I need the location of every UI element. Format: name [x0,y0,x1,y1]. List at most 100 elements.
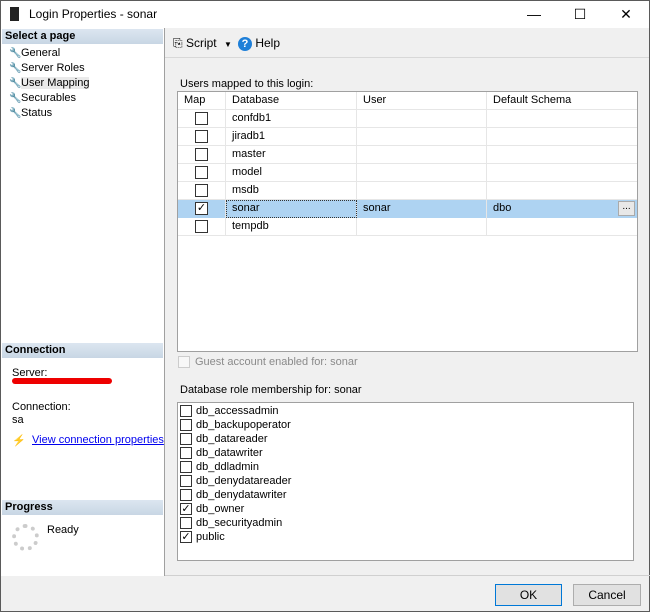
script-button[interactable]: ⎘ Script ▼ [173,36,232,51]
role-item[interactable]: db_backupoperator [180,418,631,432]
user-cell[interactable] [357,182,487,200]
toolbar: ⎘ Script ▼ ? Help [165,28,649,58]
connection-plug-icon: ⚡ [12,435,26,447]
script-icon: ⎘ [173,36,183,50]
role-checkbox[interactable] [180,489,192,502]
role-item[interactable]: db_accessadmin [180,404,631,418]
column-header-user[interactable]: User [357,92,487,110]
grid-row[interactable]: ✓ sonar sonar dbo... [178,200,637,218]
page-item-general[interactable]: 🔧General [9,46,60,61]
role-checkbox[interactable] [180,447,192,460]
user-cell[interactable]: sonar [357,200,487,218]
title-bar: Login Properties - sonar — ☐ ✕ [1,1,649,28]
role-item[interactable]: db_datawriter [180,446,631,460]
map-checkbox[interactable] [195,147,208,161]
grid-row[interactable]: msdb [178,182,637,200]
role-checkbox[interactable]: ✓ [180,503,192,516]
wrench-icon: 🔧 [9,63,22,74]
select-page-header: Select a page [2,29,163,44]
minimize-button[interactable]: — [511,1,557,28]
role-checkbox[interactable] [180,405,192,418]
view-connection-properties-link[interactable]: View connection properties [32,434,164,446]
column-header-database[interactable]: Database [226,92,357,110]
user-cell[interactable] [357,110,487,128]
page-item-securables[interactable]: 🔧Securables [9,91,76,106]
default-schema-cell[interactable]: dbo... [487,200,637,218]
role-checkbox[interactable] [180,461,192,474]
page-item-user-mapping[interactable]: 🔧User Mapping [9,76,90,91]
role-membership-list: db_accessadmin db_backupoperator db_datare… [177,402,634,561]
progress-spinner-icon [12,524,39,551]
footer-divider [165,575,650,576]
default-schema-cell[interactable] [487,182,637,200]
role-checkbox[interactable]: ✓ [180,531,192,544]
help-icon: ? [238,37,252,51]
role-item[interactable]: db_denydatawriter [180,488,631,502]
wrench-icon: 🔧 [9,78,22,89]
user-mapping-grid: Map Database User Default Schema confdb1… [177,91,638,352]
redacted-server-name [12,378,112,384]
user-cell[interactable] [357,218,487,236]
role-item[interactable]: ✓ public [180,530,631,544]
user-cell[interactable] [357,164,487,182]
database-cell[interactable]: sonar [226,200,357,218]
role-checkbox[interactable] [180,433,192,446]
map-checkbox[interactable]: ✓ [195,201,208,215]
map-checkbox[interactable] [195,165,208,179]
left-panel: Select a page 🔧General 🔧Server Roles 🔧User… [1,28,165,576]
role-checkbox[interactable] [180,517,192,530]
progress-header: Progress [2,500,163,515]
users-mapped-label: Users mapped to this login: [180,78,314,90]
window-title: Login Properties - sonar [29,7,158,21]
column-header-default-schema[interactable]: Default Schema [487,92,637,110]
maximize-button[interactable]: ☐ [557,1,603,28]
map-checkbox[interactable] [195,219,208,233]
default-schema-cell[interactable] [487,218,637,236]
default-schema-cell[interactable] [487,146,637,164]
script-dropdown-icon[interactable]: ▼ [224,40,232,49]
database-cell[interactable]: model [226,164,357,182]
grid-row[interactable]: confdb1 [178,110,637,128]
grid-row[interactable]: master [178,146,637,164]
connection-header: Connection [2,343,163,358]
browse-schema-button[interactable]: ... [618,201,635,216]
role-item[interactable]: db_denydatareader [180,474,631,488]
user-cell[interactable] [357,146,487,164]
database-cell[interactable]: tempdb [226,218,357,236]
help-button[interactable]: ? Help [238,36,280,51]
column-header-map[interactable]: Map [178,92,226,110]
database-cell[interactable]: jiradb1 [226,128,357,146]
ok-button[interactable]: OK [495,584,562,606]
guest-account-checkbox[interactable] [178,356,190,368]
wrench-icon: 🔧 [9,48,22,59]
map-checkbox[interactable] [195,111,208,125]
database-cell[interactable]: msdb [226,182,357,200]
server-icon [10,7,19,21]
database-cell[interactable]: confdb1 [226,110,357,128]
role-membership-label: Database role membership for: sonar [180,384,362,396]
role-item[interactable]: db_ddladmin [180,460,631,474]
close-button[interactable]: ✕ [603,1,649,28]
cancel-button[interactable]: Cancel [573,584,641,606]
grid-row[interactable]: model [178,164,637,182]
role-checkbox[interactable] [180,475,192,488]
user-cell[interactable] [357,128,487,146]
connection-label: Connection: [12,401,71,413]
default-schema-cell[interactable] [487,128,637,146]
role-item[interactable]: db_datareader [180,432,631,446]
role-item[interactable]: db_securityadmin [180,516,631,530]
map-checkbox[interactable] [195,183,208,197]
page-item-status[interactable]: 🔧Status [9,106,52,121]
default-schema-cell[interactable] [487,164,637,182]
grid-row[interactable]: jiradb1 [178,128,637,146]
wrench-icon: 🔧 [9,93,22,104]
grid-header: Map Database User Default Schema [178,92,637,110]
default-schema-cell[interactable] [487,110,637,128]
database-cell[interactable]: master [226,146,357,164]
page-item-server-roles[interactable]: 🔧Server Roles [9,61,85,76]
connection-value: sa [12,414,24,426]
role-item[interactable]: ✓ db_owner [180,502,631,516]
grid-row[interactable]: tempdb [178,218,637,236]
role-checkbox[interactable] [180,419,192,432]
map-checkbox[interactable] [195,129,208,143]
